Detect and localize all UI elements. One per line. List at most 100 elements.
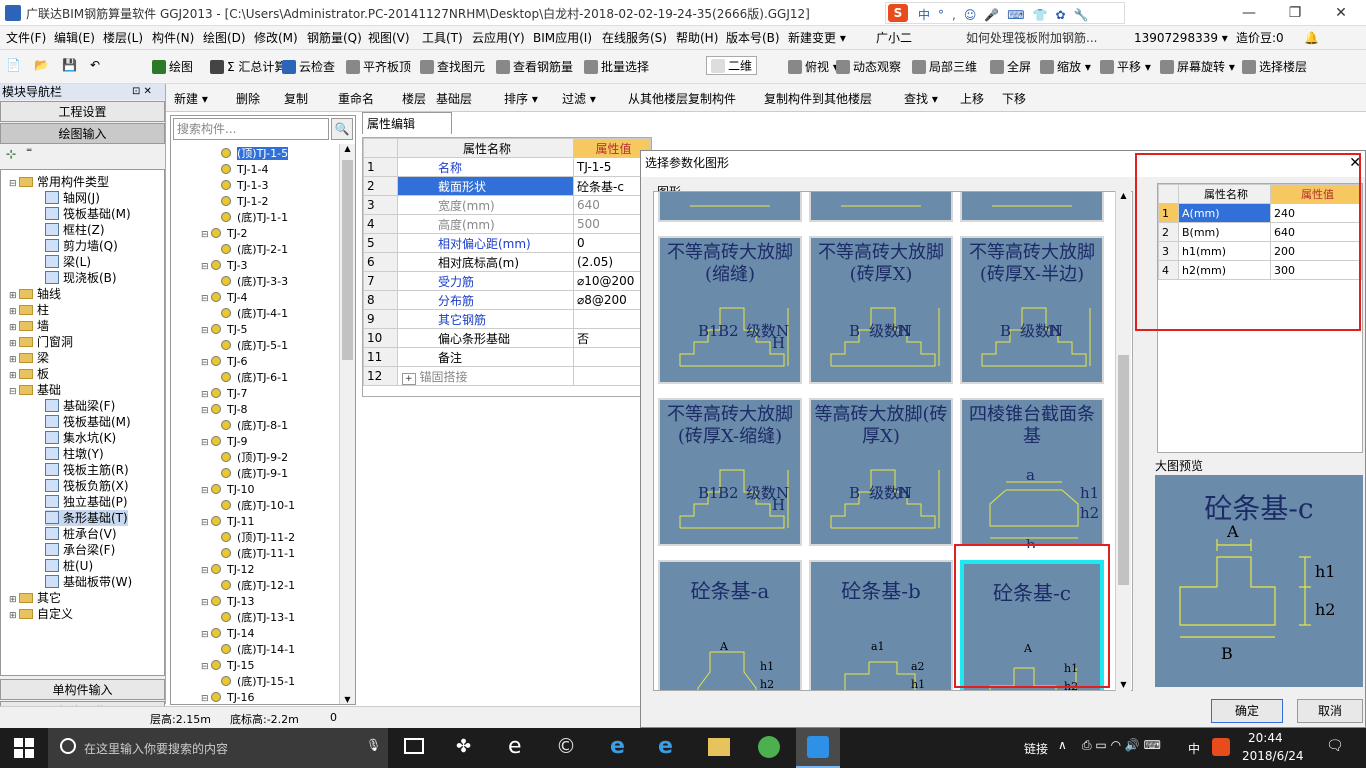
- component-list-item-19[interactable]: (顶)TJ-9-2: [221, 450, 288, 466]
- toolbar2-item-11[interactable]: 上移: [960, 90, 984, 107]
- toolbar2-item-9[interactable]: 复制构件到其他楼层: [764, 90, 872, 107]
- toolbar2-item-7[interactable]: 过滤 ▾: [562, 90, 596, 107]
- menu-item-2[interactable]: 楼层(L): [99, 26, 147, 50]
- search-icon[interactable]: 🔍: [331, 118, 353, 140]
- list-scrollbar[interactable]: ▲ ▼: [339, 144, 355, 704]
- component-list-item-34[interactable]: ⊟ TJ-16: [201, 690, 255, 704]
- menu-item-9[interactable]: 云应用(Y): [468, 26, 529, 50]
- toolbar1-item-4[interactable]: 查找图元: [420, 58, 485, 75]
- edge-legacy-icon[interactable]: e: [508, 734, 522, 759]
- nav-tree-item-20[interactable]: 独立基础(P): [45, 494, 128, 510]
- prop-row[interactable]: 9 其它钢筋: [363, 309, 651, 329]
- menu-item-6[interactable]: 钢筋量(Q): [303, 26, 366, 50]
- shape-card-2[interactable]: 不等高砖大放脚(砖厚X-半边) B 级数N H: [960, 236, 1104, 384]
- menu-item-10[interactable]: BIM应用(I): [529, 26, 596, 50]
- expander-icon[interactable]: ⊟: [201, 563, 211, 579]
- nav-pin-icon[interactable]: ⊡ ✕: [132, 84, 152, 100]
- menu-item-19[interactable]: 🔔: [1300, 26, 1323, 50]
- component-list-item-0[interactable]: (顶)TJ-1-5: [221, 146, 289, 162]
- menu-item-5[interactable]: 修改(M): [250, 26, 302, 50]
- prop-row[interactable]: 2 截面形状 砼条基-c: [363, 176, 651, 196]
- toolbar1-item-13[interactable]: 平移 ▾: [1100, 58, 1151, 75]
- prop-value[interactable]: [573, 366, 651, 386]
- nav-tree-item-8[interactable]: ⊞ 柱: [9, 302, 49, 318]
- toolbar2-item-12[interactable]: 下移: [1002, 90, 1026, 107]
- toolbar2-item-10[interactable]: 查找 ▾: [904, 90, 938, 107]
- component-list-item-6[interactable]: (底)TJ-2-1: [221, 242, 288, 258]
- toolbar1-item-6[interactable]: 批量选择: [584, 58, 649, 75]
- ggj-taskbar-button[interactable]: [796, 728, 840, 768]
- component-list-item-29[interactable]: (底)TJ-13-1: [221, 610, 295, 626]
- nav-tree-item-5[interactable]: 梁(L): [45, 254, 91, 270]
- component-list-item-23[interactable]: ⊟ TJ-11: [201, 514, 255, 530]
- gallery-scrollbar[interactable]: ▲ ▼: [1115, 191, 1131, 691]
- menu-item-14[interactable]: 新建变更 ▾: [784, 26, 850, 50]
- component-list-item-18[interactable]: ⊟ TJ-9: [201, 434, 248, 450]
- expander-icon[interactable]: ⊟: [201, 323, 211, 339]
- menu-item-16[interactable]: 如何处理筏板附加钢筋...: [962, 26, 1101, 50]
- prop-value[interactable]: ⌀8@200: [573, 290, 651, 310]
- nav-tree-item-12[interactable]: ⊞ 板: [9, 366, 49, 382]
- prop-value[interactable]: (2.05): [573, 252, 651, 272]
- prop-row[interactable]: 7 受力筋 ⌀10@200: [363, 271, 651, 291]
- minimize-button[interactable]: —: [1226, 0, 1272, 26]
- nav-tree-item-26[interactable]: ⊞ 其它: [9, 590, 61, 606]
- component-list-item-13[interactable]: ⊟ TJ-6: [201, 354, 248, 370]
- toolbar1-item-15[interactable]: 选择楼层: [1242, 58, 1307, 75]
- shape-card-4[interactable]: 等高砖大放脚(砖厚X) B 级数N H: [809, 398, 953, 546]
- file-explorer-icon[interactable]: [708, 738, 730, 756]
- prop-row[interactable]: 8 分布筋 ⌀8@200: [363, 290, 651, 310]
- nav-tree-item-10[interactable]: ⊞ 门窗洞: [9, 334, 73, 350]
- expand-all-icon[interactable]: ⊹: [6, 147, 16, 161]
- partial-shape-card-2[interactable]: [960, 192, 1104, 222]
- app-fan-icon[interactable]: ✤: [456, 736, 471, 757]
- component-list-item-7[interactable]: ⊟ TJ-3: [201, 258, 248, 274]
- gallery-scroll-down-icon[interactable]: ▼: [1116, 680, 1131, 689]
- close-button[interactable]: ✕: [1318, 0, 1364, 26]
- component-list-item-24[interactable]: (顶)TJ-11-2: [221, 530, 295, 546]
- toolbar1-item-0[interactable]: 绘图: [152, 58, 193, 75]
- cancel-button[interactable]: 取消: [1297, 699, 1363, 723]
- nav-tree-item-23[interactable]: 承台梁(F): [45, 542, 115, 558]
- prop-value[interactable]: 500: [573, 214, 651, 234]
- expand-icon[interactable]: +: [402, 372, 416, 385]
- clock-date[interactable]: 2018/6/24: [1242, 749, 1304, 763]
- prop-row[interactable]: 4 高度(mm) 500: [363, 214, 651, 234]
- nav-tree-item-25[interactable]: 基础板带(W): [45, 574, 132, 590]
- component-list-item-17[interactable]: (底)TJ-8-1: [221, 418, 288, 434]
- nav-tree-item-13[interactable]: ⊟ 基础: [9, 382, 61, 398]
- toolbar1-item-7[interactable]: 二维: [706, 56, 758, 75]
- menu-item-7[interactable]: 视图(V): [364, 26, 414, 50]
- toolbar1-item-1[interactable]: Σ 汇总计算: [210, 58, 286, 75]
- menu-item-15[interactable]: 广小二: [872, 26, 916, 50]
- prop-row[interactable]: 12 + 锚固搭接: [363, 366, 651, 386]
- nav-tree-item-1[interactable]: 轴网(J): [45, 190, 100, 206]
- nav-tree-item-2[interactable]: 筏板基础(M): [45, 206, 131, 222]
- nav-tree-item-15[interactable]: 筏板基础(M): [45, 414, 131, 430]
- app-green-icon[interactable]: [758, 736, 780, 758]
- tray-chevron-icon[interactable]: ∧: [1058, 738, 1067, 752]
- expander-icon[interactable]: ⊞: [9, 608, 19, 624]
- toolbar1-item-9[interactable]: 动态观察: [836, 58, 901, 75]
- prop-row[interactable]: 5 相对偏心距(mm) 0: [363, 233, 651, 253]
- new-file-icon[interactable]: 📄: [6, 58, 21, 72]
- nav-tree-item-9[interactable]: ⊞ 墙: [9, 318, 49, 334]
- nav-tree-item-17[interactable]: 柱墩(Y): [45, 446, 104, 462]
- tray-sogou-icon[interactable]: [1212, 738, 1230, 756]
- save-icon[interactable]: 💾: [62, 58, 77, 72]
- task-view-icon[interactable]: [404, 738, 424, 754]
- scroll-down-icon[interactable]: ▼: [340, 695, 355, 704]
- prop-value[interactable]: [573, 309, 651, 329]
- gallery-scroll-thumb[interactable]: [1118, 355, 1129, 585]
- menu-item-11[interactable]: 在线服务(S): [598, 26, 671, 50]
- component-list-item-15[interactable]: ⊟ TJ-7: [201, 386, 248, 402]
- sogou-icon[interactable]: S: [888, 4, 908, 22]
- partial-shape-card-1[interactable]: [809, 192, 953, 222]
- toolbar2-item-6[interactable]: 排序 ▾: [504, 90, 538, 107]
- nav-tree-item-27[interactable]: ⊞ 自定义: [9, 606, 73, 622]
- expander-icon[interactable]: ⊟: [201, 627, 211, 643]
- toolbar2-item-2[interactable]: 复制: [284, 90, 308, 107]
- menu-item-1[interactable]: 编辑(E): [50, 26, 99, 50]
- undo-icon[interactable]: ↶: [90, 58, 100, 72]
- prop-value[interactable]: 0: [573, 233, 651, 253]
